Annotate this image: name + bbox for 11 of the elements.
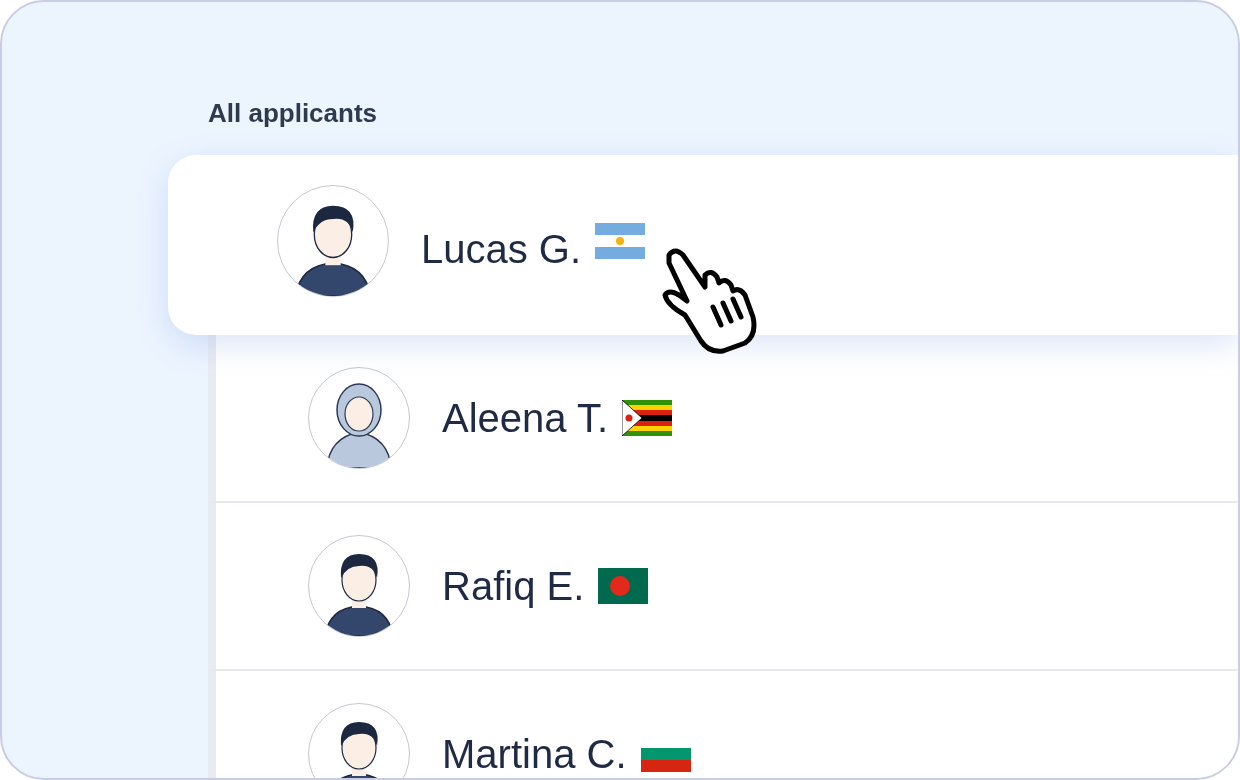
applicant-row[interactable]: Martina C. xyxy=(208,671,1238,778)
applicant-row[interactable]: Aleena T. xyxy=(208,335,1238,503)
applicant-name: Aleena T. xyxy=(442,395,609,442)
applicant-name: Martina C. xyxy=(442,731,627,778)
applicant-name: Lucas G. xyxy=(421,226,582,273)
flag-icon xyxy=(622,400,673,436)
section-title: All applicants xyxy=(208,97,378,130)
applicant-name: Rafiq E. xyxy=(442,563,585,610)
flag-icon xyxy=(598,568,649,604)
flag-icon xyxy=(595,223,646,259)
applicant-row[interactable]: Rafiq E. xyxy=(208,503,1238,671)
